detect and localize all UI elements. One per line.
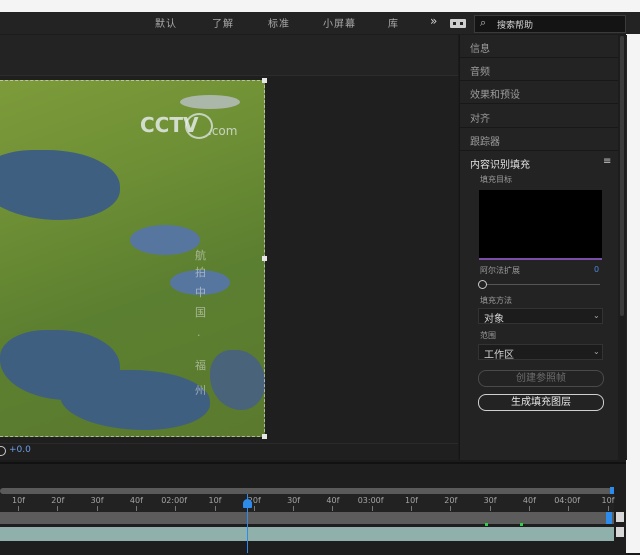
fill-target-preview: [479, 190, 602, 260]
alpha-expansion-value[interactable]: 0: [594, 265, 599, 274]
ruler-tick: [528, 506, 530, 511]
ruler-tick-label: 40f: [129, 496, 143, 505]
ruler-tick: [607, 506, 609, 511]
ruler-tick-label: 02:00f: [161, 496, 188, 505]
ruler-tick: [450, 506, 452, 511]
workspace-tab-standard[interactable]: 标准: [268, 15, 290, 30]
ruler-tick-label: 10f: [208, 496, 222, 505]
overlay-char: 拍: [195, 266, 206, 279]
workspace-tab-small-screen[interactable]: 小屏幕: [323, 15, 356, 30]
workspace-tab-libraries[interactable]: 库: [388, 15, 399, 30]
window-edge: [626, 12, 640, 553]
range-value: 工作区: [484, 350, 514, 361]
alpha-expansion-slider[interactable]: [482, 284, 600, 285]
water-area: [210, 350, 265, 410]
work-area-end[interactable]: [606, 512, 612, 524]
ruler-tick-label: 30f: [287, 496, 301, 505]
ruler-tick-label: 20f: [51, 496, 65, 505]
divider: [460, 127, 618, 128]
ruler-tick-label: 30f: [90, 496, 104, 505]
panel-effects-presets[interactable]: 效果和预设: [470, 86, 520, 101]
keyframe-marker[interactable]: [485, 523, 488, 526]
chevron-down-icon: ⌄: [593, 311, 600, 320]
divider: [460, 150, 618, 151]
viewer-footer: [0, 443, 458, 460]
panel-menu-icon[interactable]: ≡: [603, 156, 611, 167]
layer-duration-bar[interactable]: [0, 527, 614, 541]
ruler-tick: [96, 506, 98, 511]
ruler-tick-label: 20f: [444, 496, 458, 505]
composition-frame[interactable]: CCTV .com 航 拍 中 国 · 福 州: [0, 80, 265, 437]
divider: [460, 103, 618, 104]
ruler-tick-label: 30f: [483, 496, 497, 505]
ruler-tick-label: 40f: [326, 496, 340, 505]
create-reference-frame-button[interactable]: 创建参照帧: [478, 370, 604, 387]
chevron-more-icon[interactable]: »: [430, 14, 437, 28]
panel-align[interactable]: 对齐: [470, 110, 490, 125]
panel-audio[interactable]: 音频: [470, 63, 490, 78]
water-area: [130, 225, 200, 255]
transform-handle[interactable]: [262, 256, 267, 261]
content-aware-fill-title[interactable]: 内容识别填充: [470, 156, 530, 171]
ruler-tick: [175, 506, 177, 511]
ruler-tick-label: 10f: [12, 496, 25, 505]
search-placeholder: 搜索帮助: [497, 21, 534, 31]
keyframe-marker[interactable]: [520, 523, 523, 526]
ruler-tick-label: 04:00f: [554, 496, 581, 505]
overlay-char: ·: [197, 329, 201, 342]
ruler-tick: [293, 506, 295, 511]
water-area: [180, 95, 240, 109]
overlay-char: 福: [195, 359, 206, 372]
search-icon: ⌕: [480, 16, 487, 29]
water-area: [60, 370, 210, 430]
ruler-tick: [57, 506, 59, 511]
fill-target-label: 填充目标: [480, 175, 512, 184]
divider: [460, 57, 618, 58]
overlay-char: 航: [195, 249, 206, 262]
alpha-expansion-label: 阿尔法扩展: [480, 266, 520, 275]
generate-fill-layer-button[interactable]: 生成填充图层: [478, 394, 604, 411]
ruler-tick: [253, 506, 255, 511]
ruler-tick: [411, 506, 412, 511]
ruler-tick: [135, 506, 137, 511]
transform-handle[interactable]: [262, 434, 267, 439]
ruler-tick: [371, 506, 373, 511]
fill-method-label: 填充方法: [480, 296, 512, 305]
ruler-tick: [214, 506, 216, 511]
range-label: 范围: [480, 331, 496, 340]
exposure-value[interactable]: +0.0: [9, 445, 31, 455]
chevron-down-icon: ⌄: [593, 347, 600, 356]
ruler-tick: [332, 506, 334, 511]
cctv-logo-domain: .com: [208, 124, 238, 138]
ruler-tick-label: 10f: [601, 496, 615, 505]
overlay-char: 中: [195, 286, 206, 299]
scrollbar-thumb[interactable]: [620, 36, 624, 316]
playhead-handle[interactable]: [243, 499, 252, 508]
ruler-tick-label: 10f: [405, 496, 418, 505]
ruler-tick-label: 40f: [522, 496, 536, 505]
viewer-header: [0, 35, 458, 76]
ruler-tick-label: 03:00f: [357, 496, 384, 505]
ruler-tick: [568, 506, 570, 511]
ruler-tick: [18, 506, 19, 511]
timeline-empty: [0, 541, 614, 553]
workspace-tab-learn[interactable]: 了解: [212, 15, 234, 30]
ruler-tick: [489, 506, 491, 511]
overlay-char: 州: [195, 384, 206, 397]
alpha-expansion-slider-handle[interactable]: [478, 280, 487, 289]
panel-tracker[interactable]: 跟踪器: [470, 133, 500, 148]
panel-info[interactable]: 信息: [470, 40, 490, 55]
zoom-knob[interactable]: [616, 512, 624, 522]
title-strip: [0, 0, 640, 12]
keyboard-icon[interactable]: [450, 19, 466, 28]
workspace-tab-default[interactable]: 默认: [155, 15, 177, 30]
layer-end-handle[interactable]: [616, 527, 624, 537]
transform-handle[interactable]: [262, 78, 267, 83]
fill-method-value: 对象: [484, 314, 504, 325]
overlay-char: 国: [195, 306, 206, 319]
divider: [460, 80, 618, 81]
water-area: [0, 150, 120, 220]
